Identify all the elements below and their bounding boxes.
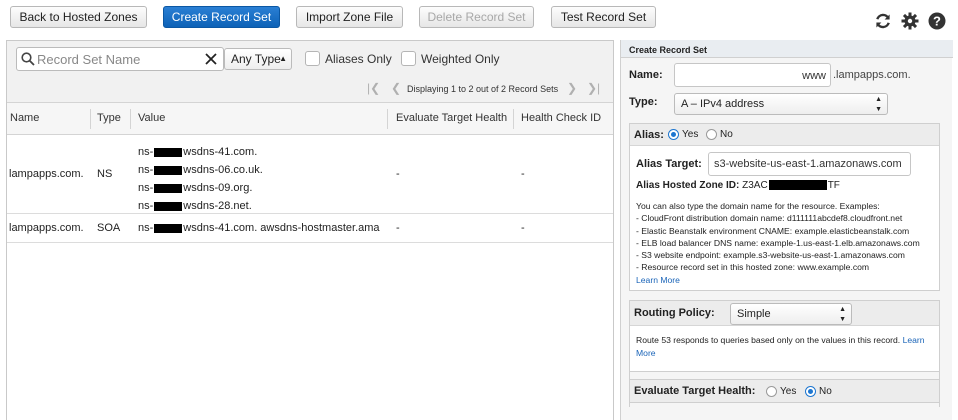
test-record-set-button[interactable]: Test Record Set <box>551 6 656 28</box>
aliases-only-checkbox[interactable] <box>305 51 320 66</box>
last-page-icon[interactable]: ❯| <box>587 81 600 95</box>
first-page-icon[interactable]: |❮ <box>367 81 380 95</box>
row-type: NS <box>97 168 113 180</box>
name-label: Name: <box>629 69 663 81</box>
eval-yes-label: Yes <box>780 386 797 397</box>
table-row[interactable]: lampapps.com. SOA ns-wsdns-41.com. awsdn… <box>7 214 613 243</box>
clear-icon[interactable] <box>205 53 217 65</box>
column-type[interactable]: Type <box>97 112 121 124</box>
prev-page-icon[interactable]: ❮ <box>391 81 401 95</box>
aliases-only-label: Aliases Only <box>325 52 392 66</box>
filter-bar: Any Type ▲ Aliases Only Weighted Only |❮… <box>7 41 613 103</box>
alias-no-radio[interactable] <box>706 129 717 140</box>
routing-policy-label: Routing Policy: <box>634 307 715 319</box>
search-icon <box>21 52 35 66</box>
record-sets-panel: Any Type ▲ Aliases Only Weighted Only |❮… <box>6 40 614 420</box>
delete-record-set-button[interactable]: Delete Record Set <box>419 6 534 28</box>
import-zone-file-button[interactable]: Import Zone File <box>296 6 403 28</box>
column-health-check-id[interactable]: Health Check ID <box>521 112 601 124</box>
evaluate-target-health-label: Evaluate Target Health: <box>634 385 756 397</box>
row-name: lampapps.com. <box>9 168 84 180</box>
create-record-set-button[interactable]: Create Record Set <box>163 6 280 28</box>
evaluate-target-health-section: Evaluate Target Health: Yes No <box>629 379 940 403</box>
help-icon[interactable]: ? <box>928 12 946 30</box>
domain-suffix: .lampapps.com. <box>833 69 911 81</box>
search-input[interactable] <box>37 50 197 68</box>
column-value[interactable]: Value <box>138 112 165 124</box>
weighted-only-checkbox[interactable] <box>401 51 416 66</box>
alias-target-value: s3-website-us-east-1.amazonaws.com <box>714 158 902 170</box>
panel-title: Create Record Set <box>629 45 708 55</box>
column-evaluate-target-health[interactable]: Evaluate Target Health <box>396 112 507 124</box>
alias-target-input[interactable]: s3-website-us-east-1.amazonaws.com <box>708 152 911 176</box>
search-box[interactable] <box>16 47 224 71</box>
routing-header: Routing Policy: Simple ▲ ▼ <box>630 301 939 326</box>
row-value: ns-wsdns-41.com. awsdns-hostmaster.amazo… <box>138 222 380 234</box>
routing-help: Route 53 responds to queries based only … <box>630 326 939 372</box>
name-value: www <box>802 70 826 82</box>
eval-no-label: No <box>819 386 832 397</box>
routing-policy-value: Simple <box>737 308 771 320</box>
row-health-check-id: - <box>521 168 525 180</box>
eval-yes-radio[interactable] <box>766 386 777 397</box>
alias-hosted-zone: Alias Hosted Zone ID: Z3AC TF <box>636 180 840 191</box>
back-to-hosted-zones-button[interactable]: Back to Hosted Zones <box>10 6 147 28</box>
next-page-icon[interactable]: ❯ <box>567 81 577 95</box>
routing-policy-select[interactable]: Simple ▲ ▼ <box>730 303 852 325</box>
alias-help-text: You can also type the domain name for th… <box>636 201 920 286</box>
type-filter-select[interactable]: Any Type ▲ <box>224 48 292 70</box>
table-header: Name Type Value Evaluate Target Health H… <box>7 103 613 135</box>
row-name: lampapps.com. <box>9 222 84 234</box>
learn-more-link[interactable]: Learn More <box>636 274 920 286</box>
routing-learn-link-more[interactable]: More <box>636 347 925 360</box>
eval-no-radio[interactable] <box>805 386 816 397</box>
row-evaluate-target-health: - <box>396 168 400 180</box>
row-type: SOA <box>97 222 121 234</box>
weighted-only-label: Weighted Only <box>421 52 500 66</box>
refresh-icon[interactable] <box>874 12 892 30</box>
alias-yes-label: Yes <box>682 129 699 140</box>
name-input[interactable]: www <box>674 63 831 87</box>
table-row[interactable]: lampapps.com. NS ns-wsdns-41.com. ns-wsd… <box>7 135 613 214</box>
select-arrows-icon: ▲ ▼ <box>875 96 882 113</box>
row-evaluate-target-health: - <box>396 222 400 234</box>
select-arrows-icon: ▲ ▼ <box>839 306 846 323</box>
type-select-value: A – IPv4 address <box>681 98 765 110</box>
column-name[interactable]: Name <box>10 112 39 124</box>
alias-header: Alias: Yes No <box>630 124 939 146</box>
row-health-check-id: - <box>521 222 525 234</box>
type-label: Type: <box>629 96 658 108</box>
row-values: ns-wsdns-41.com. ns-wsdns-06.co.uk. ns-w… <box>138 146 263 212</box>
panel-header: Create Record Set <box>621 40 953 58</box>
alias-yes-radio[interactable] <box>668 129 679 140</box>
type-select[interactable]: A – IPv4 address ▲ ▼ <box>674 93 888 115</box>
routing-help-text: Route 53 responds to queries based only … <box>636 335 925 360</box>
create-record-set-panel: Create Record Set Name: www .lampapps.co… <box>620 40 953 420</box>
alias-target-label: Alias Target: <box>636 158 702 170</box>
alias-label: Alias: <box>634 129 664 141</box>
select-arrows-icon: ▲ <box>279 54 287 63</box>
type-filter-value: Any Type <box>231 52 281 66</box>
routing-learn-link[interactable]: Learn <box>903 335 925 345</box>
gear-icon[interactable] <box>901 12 919 30</box>
alias-section: Alias: Yes No Alias Target: s3-website-u… <box>629 123 940 291</box>
alias-no-label: No <box>720 129 733 140</box>
svg-text:?: ? <box>933 14 941 29</box>
paging-status: Displaying 1 to 2 out of 2 Record Sets <box>407 84 559 94</box>
